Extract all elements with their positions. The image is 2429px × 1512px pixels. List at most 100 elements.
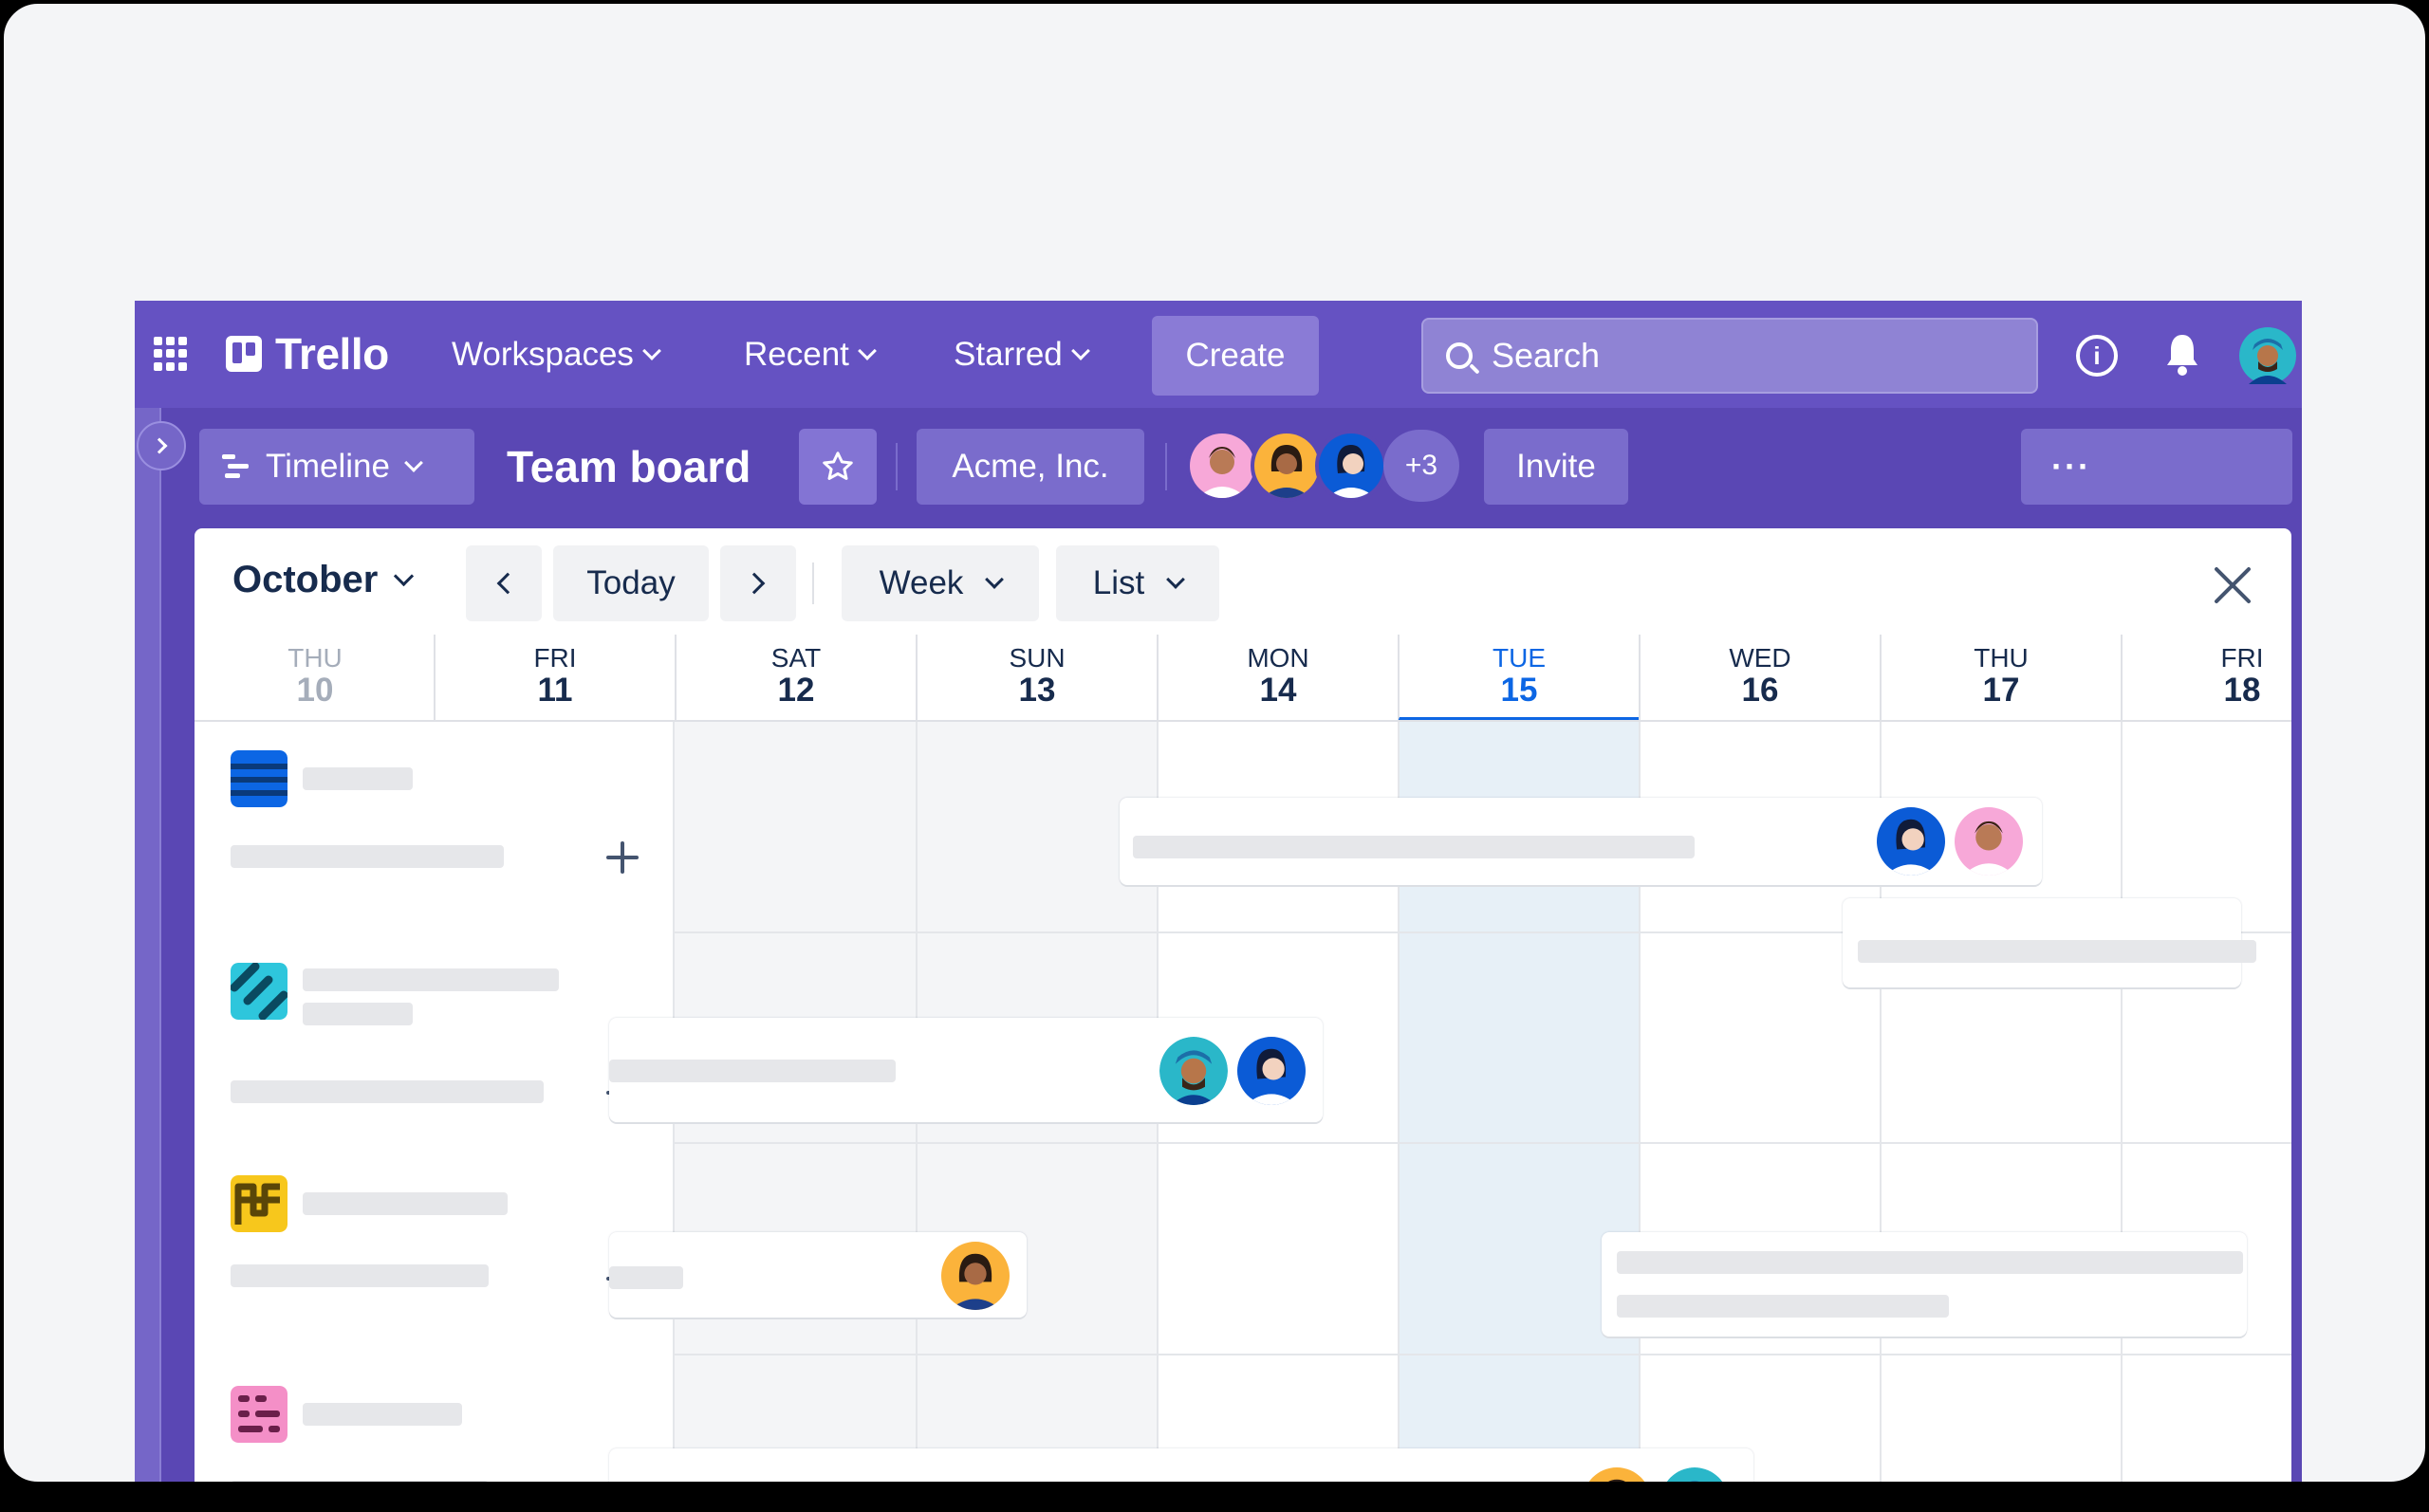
app-switcher-grid-icon[interactable]: [154, 337, 188, 371]
day-number: 11: [537, 672, 573, 709]
card-member-avatar[interactable]: [1159, 1037, 1228, 1105]
list-subtitle-placeholder: [231, 845, 504, 868]
day-header: SAT 12: [675, 635, 916, 722]
invite-button[interactable]: Invite: [1484, 429, 1628, 505]
card-title-placeholder: [1858, 940, 2256, 963]
timeline-card[interactable]: [609, 1018, 1323, 1122]
close-icon[interactable]: [2210, 562, 2255, 608]
trello-logo-icon: [226, 336, 262, 372]
day-header: FRI 11: [434, 635, 675, 722]
search-placeholder: Search: [1492, 336, 1601, 375]
search-input[interactable]: Search: [1421, 318, 2038, 394]
card-title-placeholder: [1617, 1251, 2243, 1274]
recent-menu[interactable]: Recent: [744, 329, 877, 380]
day-of-week: FRI: [2220, 643, 2264, 673]
day-of-week: SAT: [770, 643, 822, 673]
user-avatar[interactable]: [2239, 327, 2296, 384]
create-button[interactable]: Create: [1152, 316, 1319, 396]
list-column: [195, 722, 675, 1482]
star-board-button[interactable]: [799, 429, 877, 505]
group-selector[interactable]: List: [1056, 545, 1219, 621]
chevron-down-icon: [404, 453, 423, 472]
more-options-button[interactable]: ···: [2021, 429, 2292, 505]
card-title-placeholder: [1133, 836, 1695, 858]
today-button[interactable]: Today: [553, 545, 709, 621]
day-number: 14: [1259, 672, 1297, 709]
timeline-card[interactable]: [609, 1232, 1027, 1318]
card-title-placeholder: [609, 1266, 683, 1289]
day-of-week: SUN: [1009, 643, 1066, 673]
card-member-avatar[interactable]: [1660, 1467, 1729, 1482]
day-header: THU 17: [1880, 635, 2121, 722]
chevron-down-icon: [1166, 570, 1186, 589]
day-number: 12: [777, 672, 815, 709]
more-members-count[interactable]: +3: [1383, 430, 1459, 502]
member-avatar[interactable]: [1186, 430, 1258, 502]
day-of-week: THU: [287, 643, 343, 673]
day-of-week: MON: [1247, 643, 1309, 673]
starred-menu[interactable]: Starred: [954, 329, 1090, 380]
chevron-left-icon: [496, 572, 519, 595]
divider: [812, 562, 814, 604]
board-title[interactable]: Team board: [507, 441, 751, 492]
view-switcher[interactable]: Timeline: [199, 429, 474, 505]
list-title-placeholder: [303, 1192, 508, 1215]
window-frame: Trello Workspaces Recent Starred Create …: [0, 0, 2429, 1485]
month-label: October: [232, 559, 379, 600]
list-title-placeholder: [303, 1003, 413, 1025]
add-card-plus-icon[interactable]: [606, 841, 639, 874]
member-avatar[interactable]: [1315, 430, 1387, 502]
day-of-week: TUE: [1493, 643, 1546, 673]
timeline-card[interactable]: [1120, 798, 2042, 885]
day-number: 18: [2223, 672, 2261, 709]
list-blue-icon: [231, 750, 287, 807]
starred-label: Starred: [954, 336, 1063, 373]
day-header-today: TUE 15: [1398, 635, 1639, 722]
star-icon: [823, 452, 853, 480]
range-selector[interactable]: Week: [842, 545, 1039, 621]
card-member-avatar[interactable]: [941, 1242, 1010, 1310]
member-avatars[interactable]: +3: [1186, 430, 1459, 502]
list-pink-icon: [231, 1386, 287, 1443]
month-selector[interactable]: October: [232, 559, 415, 601]
previous-button[interactable]: [466, 545, 542, 621]
card-member-avatar[interactable]: [1583, 1467, 1651, 1482]
chevron-right-icon: [743, 572, 766, 595]
card-member-avatar[interactable]: [1237, 1037, 1306, 1105]
divider: [896, 443, 898, 490]
timeline-card[interactable]: [1602, 1232, 2247, 1337]
info-icon[interactable]: i: [2076, 335, 2118, 377]
timeline-card[interactable]: [1843, 898, 2256, 987]
day-number: 15: [1500, 672, 1538, 709]
grid-line: [2121, 722, 2123, 1482]
list-teal-icon: [231, 963, 287, 1020]
list-subtitle-placeholder: [231, 1264, 489, 1287]
chevron-down-icon: [642, 341, 661, 360]
list-title-placeholder: [303, 767, 413, 790]
card-member-avatar[interactable]: [1877, 807, 1945, 876]
day-of-week: WED: [1729, 643, 1791, 673]
search-icon: [1446, 342, 1473, 369]
day-of-week: FRI: [533, 643, 577, 673]
timeline-icon: [222, 454, 249, 479]
workspace-button[interactable]: Acme, Inc.: [917, 429, 1144, 505]
chevron-down-icon: [985, 570, 1005, 589]
chevron-down-icon: [1070, 341, 1090, 360]
trello-logo[interactable]: Trello: [226, 325, 389, 382]
day-header: THU 10: [195, 635, 436, 722]
day-header-row: THU 10 FRI 11 SAT 12 SUN 13 MON 14 TUE 1…: [195, 635, 2291, 722]
top-navigation: Trello Workspaces Recent Starred Create …: [135, 301, 2302, 408]
sidebar-expand-button[interactable]: [137, 421, 186, 470]
list-title-placeholder: [303, 968, 559, 991]
next-button[interactable]: [720, 545, 796, 621]
member-avatar[interactable]: [1251, 430, 1323, 502]
workspaces-menu[interactable]: Workspaces: [452, 329, 661, 380]
timeline-card[interactable]: [609, 1448, 1753, 1482]
card-title-placeholder: [1617, 1295, 1949, 1318]
list-subtitle-placeholder: [231, 1080, 544, 1103]
card-title-placeholder: [609, 1060, 896, 1082]
logo-text: Trello: [275, 329, 389, 378]
list-yellow-icon: [231, 1175, 287, 1232]
bell-icon[interactable]: [2163, 331, 2201, 377]
card-member-avatar[interactable]: [1955, 807, 2023, 876]
